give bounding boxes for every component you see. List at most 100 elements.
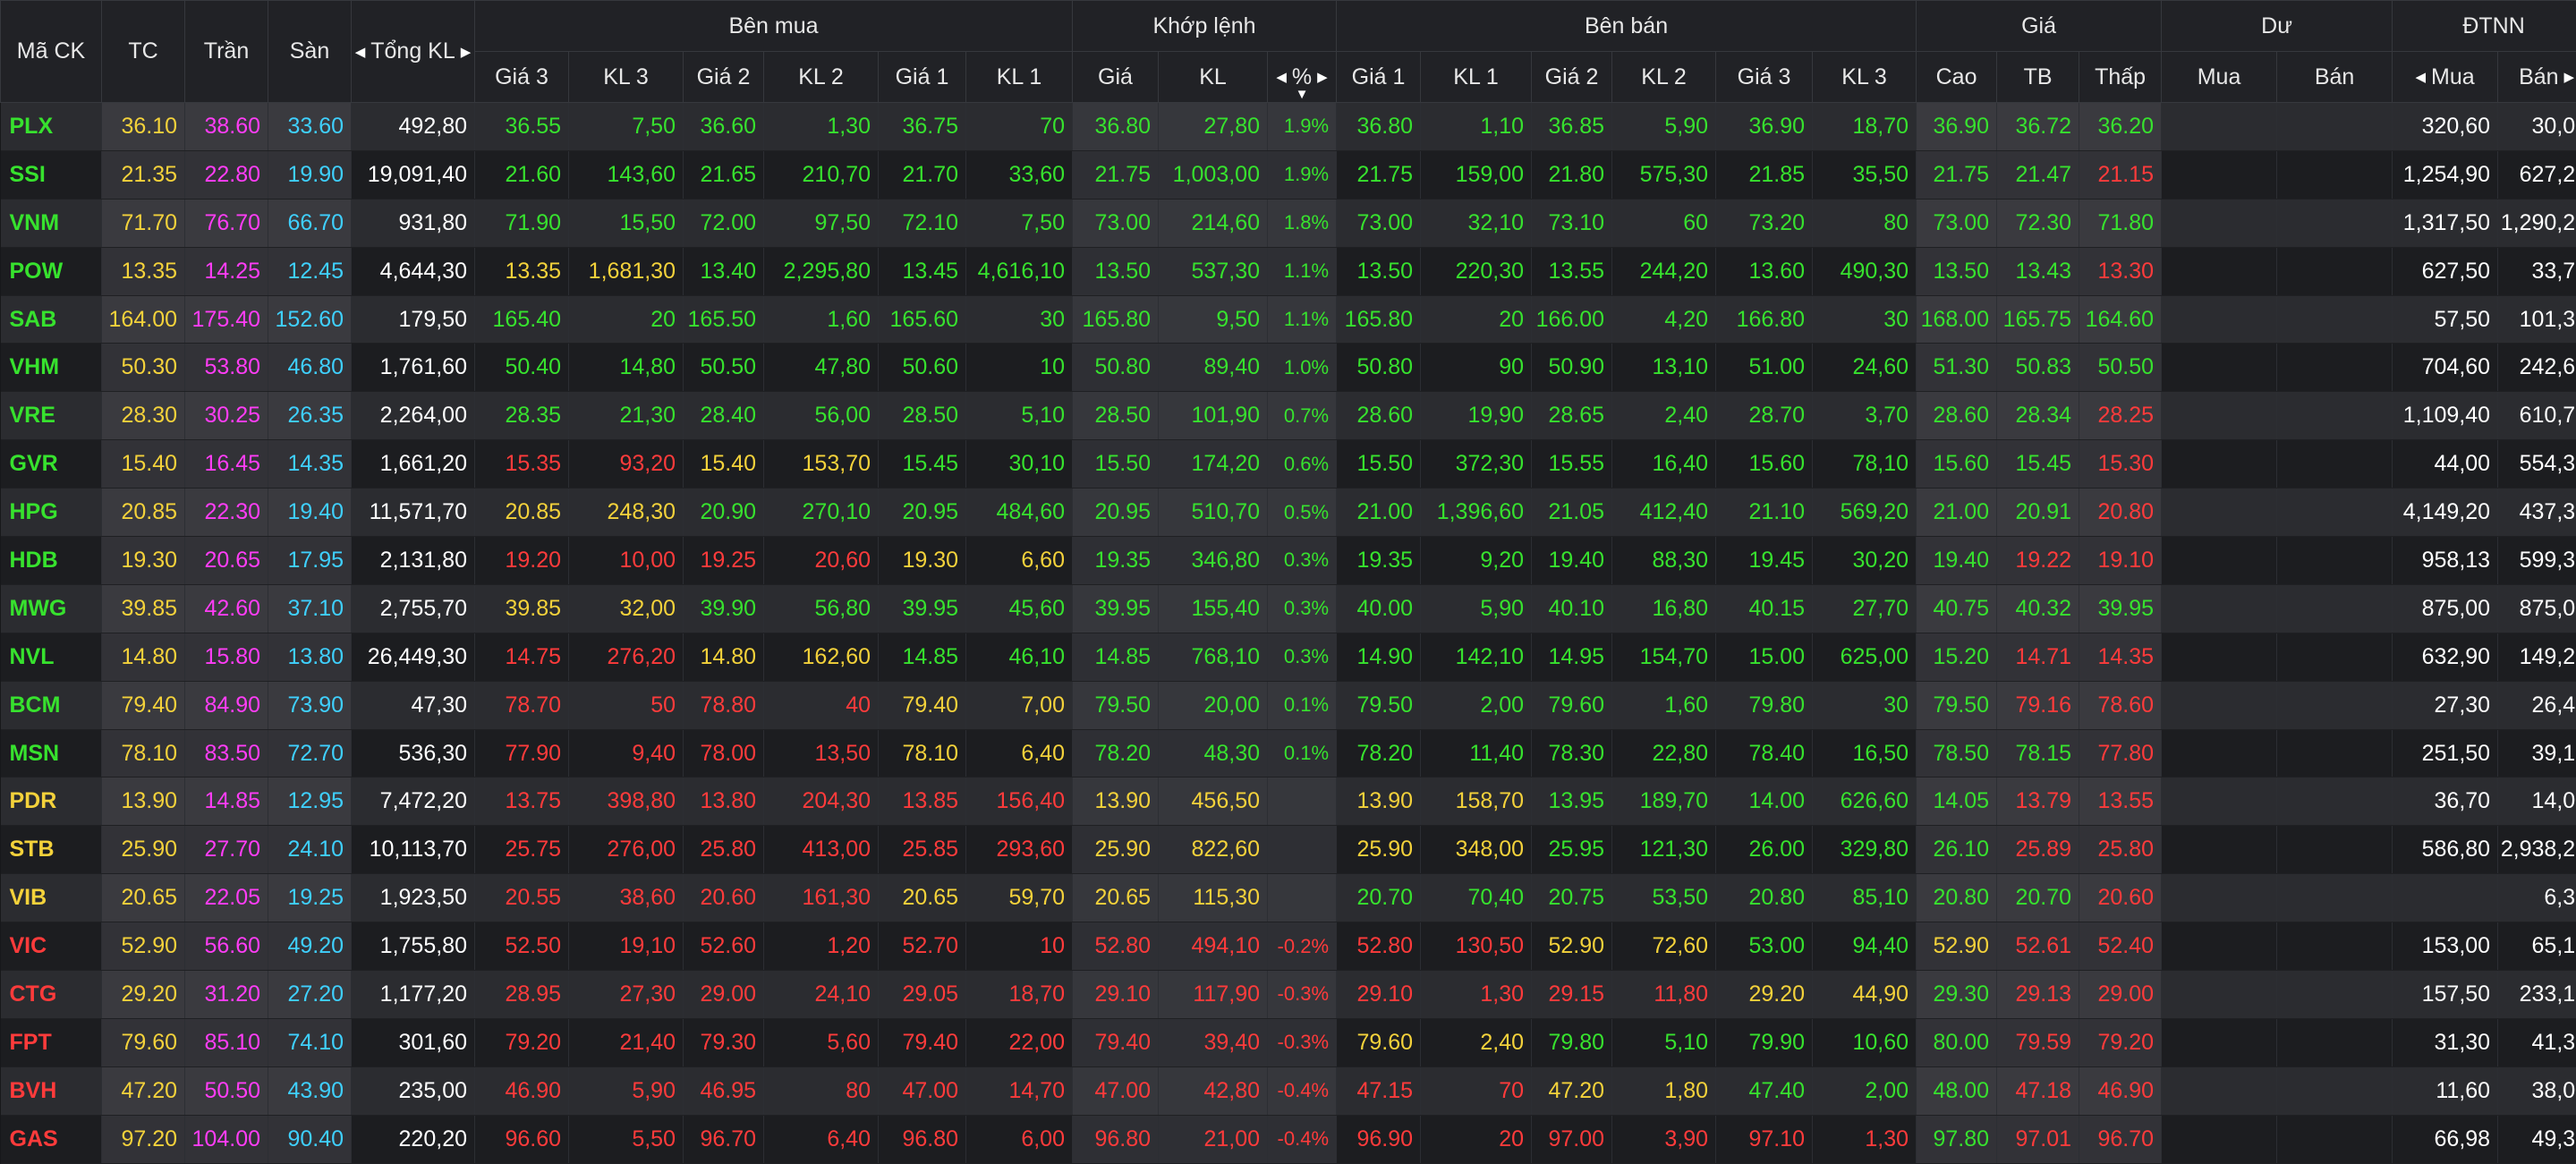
symbol-cell[interactable]: BVH <box>1 1066 102 1115</box>
ref-price-cell: 78.10 <box>102 729 185 777</box>
table-row[interactable]: HPG20.8522.3019.4011,571,7020.85248,3020… <box>1 489 2576 537</box>
caret-right-icon[interactable]: ▶ <box>1317 69 1328 85</box>
symbol-cell[interactable]: SSI <box>1 150 102 199</box>
header-buy-vol-1[interactable]: KL 1 <box>966 52 1073 103</box>
table-row[interactable]: MWG39.8542.6037.102,755,7039.8532,0039.9… <box>1 584 2576 633</box>
table-row[interactable]: VIB20.6522.0519.251,923,5020.5538,6020.6… <box>1 874 2576 922</box>
header-high[interactable]: Cao <box>1917 52 1997 103</box>
header-buy-price-1[interactable]: Giá 1 <box>879 52 966 103</box>
header-sell-price-3[interactable]: Giá 3 <box>1716 52 1813 103</box>
table-row[interactable]: VIC52.9056.6049.201,755,8052.5019,1052.6… <box>1 922 2576 971</box>
header-buy-vol-2[interactable]: KL 2 <box>764 52 879 103</box>
caret-left-icon[interactable]: ◀ <box>355 44 366 60</box>
header-residual-buy[interactable]: Mua <box>2162 52 2277 103</box>
symbol-cell[interactable]: VIC <box>1 922 102 971</box>
header-average[interactable]: TB <box>1997 52 2079 103</box>
header-residual-sell[interactable]: Bán <box>2277 52 2393 103</box>
symbol-cell[interactable]: VHM <box>1 344 102 392</box>
header-foreign-buy[interactable]: ◀ Mua <box>2393 52 2498 103</box>
buy-vol-1-cell: 59,70 <box>966 874 1073 922</box>
table-row[interactable]: BCM79.4084.9073.9047,3078.705078.804079.… <box>1 681 2576 729</box>
symbol-cell[interactable]: MWG <box>1 584 102 633</box>
table-row[interactable]: MSN78.1083.5072.70536,3077.909,4078.0013… <box>1 729 2576 777</box>
header-symbol[interactable]: Mã CK <box>1 1 102 103</box>
table-row[interactable]: SSI21.3522.8019.9019,091,4021.60143,6021… <box>1 150 2576 199</box>
table-row[interactable]: HDB19.3020.6517.952,131,8019.2010,0019.2… <box>1 537 2576 585</box>
table-row[interactable]: STB25.9027.7024.1010,113,7025.75276,0025… <box>1 826 2576 874</box>
sell-vol-1-cell: 70 <box>1421 1066 1532 1115</box>
caret-left-icon[interactable]: ◀ <box>1276 69 1287 85</box>
table-row[interactable]: BVH47.2050.5043.90235,0046.905,9046.9580… <box>1 1066 2576 1115</box>
symbol-cell[interactable]: PLX <box>1 103 102 151</box>
header-buy-price-3[interactable]: Giá 3 <box>475 52 569 103</box>
header-ceiling[interactable]: Trần <box>185 1 268 103</box>
sell-vol-1-cell: 372,30 <box>1421 440 1532 489</box>
table-row[interactable]: CTG29.2031.2027.201,177,2028.9527,3029.0… <box>1 971 2576 1019</box>
buy-vol-3-cell: 27,30 <box>569 971 684 1019</box>
residual-buy-cell <box>2162 392 2277 440</box>
match-price-cell: 29.10 <box>1073 971 1159 1019</box>
symbol-cell[interactable]: VRE <box>1 392 102 440</box>
floor-price-cell: 19.25 <box>268 874 352 922</box>
caret-right-icon[interactable]: ▶ <box>2564 69 2575 85</box>
symbol-cell[interactable]: GAS <box>1 1115 102 1163</box>
symbol-cell[interactable]: CTG <box>1 971 102 1019</box>
header-sell-price-2[interactable]: Giá 2 <box>1532 52 1612 103</box>
symbol-cell[interactable]: SAB <box>1 295 102 344</box>
caret-left-icon[interactable]: ◀ <box>2415 69 2426 85</box>
table-row[interactable]: POW13.3514.2512.454,644,3013.351,681,301… <box>1 247 2576 295</box>
header-match-volume[interactable]: KL <box>1159 52 1268 103</box>
high-price-cell: 26.10 <box>1917 826 1997 874</box>
buy-price-1-cell: 50.60 <box>879 344 966 392</box>
header-total-volume[interactable]: ◀ Tổng KL ▶ <box>352 1 475 103</box>
table-row[interactable]: VNM71.7076.7066.70931,8071.9015,5072.009… <box>1 199 2576 247</box>
symbol-cell[interactable]: GVR <box>1 440 102 489</box>
match-percent-cell: 1.9% <box>1268 103 1337 151</box>
header-sell-vol-2[interactable]: KL 2 <box>1612 52 1716 103</box>
table-row[interactable]: VHM50.3053.8046.801,761,6050.4014,8050.5… <box>1 344 2576 392</box>
match-volume-cell: 1,003,00 <box>1159 150 1268 199</box>
header-foreign-sell[interactable]: Bán ▶ <box>2498 52 2576 103</box>
table-row[interactable]: FPT79.6085.1074.10301,6079.2021,4079.305… <box>1 1018 2576 1066</box>
buy-price-2-cell: 79.30 <box>684 1018 764 1066</box>
caret-right-icon[interactable]: ▶ <box>461 44 472 60</box>
table-row[interactable]: PLX36.1038.6033.60492,8036.557,5036.601,… <box>1 103 2576 151</box>
header-sell-vol-3[interactable]: KL 3 <box>1813 52 1917 103</box>
symbol-cell[interactable]: HDB <box>1 537 102 585</box>
symbol-cell[interactable]: BCM <box>1 681 102 729</box>
header-low[interactable]: Thấp <box>2079 52 2162 103</box>
header-sell-price-1[interactable]: Giá 1 <box>1337 52 1421 103</box>
header-buy-vol-3[interactable]: KL 3 <box>569 52 684 103</box>
symbol-cell[interactable]: STB <box>1 826 102 874</box>
symbol-cell[interactable]: POW <box>1 247 102 295</box>
table-row[interactable]: GAS97.20104.0090.40220,2096.605,5096.706… <box>1 1115 2576 1163</box>
total-volume-cell: 1,661,20 <box>352 440 475 489</box>
table-row[interactable]: PDR13.9014.8512.957,472,2013.75398,8013.… <box>1 777 2576 826</box>
symbol-cell[interactable]: PDR <box>1 777 102 826</box>
header-buy-price-2[interactable]: Giá 2 <box>684 52 764 103</box>
symbol-cell[interactable]: HPG <box>1 489 102 537</box>
header-ref[interactable]: TC <box>102 1 185 103</box>
symbol-cell[interactable]: NVL <box>1 633 102 681</box>
table-row[interactable]: GVR15.4016.4514.351,661,2015.3593,2015.4… <box>1 440 2576 489</box>
symbol-cell[interactable]: MSN <box>1 729 102 777</box>
symbol-cell[interactable]: VIB <box>1 874 102 922</box>
symbol-cell[interactable]: VNM <box>1 199 102 247</box>
symbol-cell[interactable]: FPT <box>1 1018 102 1066</box>
sell-price-1-cell: 52.80 <box>1337 922 1421 971</box>
table-row[interactable]: NVL14.8015.8013.8026,449,3014.75276,2014… <box>1 633 2576 681</box>
buy-vol-3-cell: 5,90 <box>569 1066 684 1115</box>
floor-price-cell: 19.90 <box>268 150 352 199</box>
table-row[interactable]: SAB164.00175.40152.60179,50165.4020165.5… <box>1 295 2576 344</box>
table-row[interactable]: VRE28.3030.2526.352,264,0028.3521,3028.4… <box>1 392 2576 440</box>
header-match-price[interactable]: Giá <box>1073 52 1159 103</box>
sell-vol-3-cell: 490,30 <box>1813 247 1917 295</box>
sell-price-2-cell: 78.30 <box>1532 729 1612 777</box>
ref-price-cell: 20.65 <box>102 874 185 922</box>
foreign-buy-cell: 157,50 <box>2393 971 2498 1019</box>
sell-vol-1-cell: 159,00 <box>1421 150 1532 199</box>
header-match-percent[interactable]: ◀ % ▶ ▼ <box>1268 52 1337 103</box>
header-sell-vol-1[interactable]: KL 1 <box>1421 52 1532 103</box>
header-floor[interactable]: Sàn <box>268 1 352 103</box>
buy-price-3-cell: 71.90 <box>475 199 569 247</box>
